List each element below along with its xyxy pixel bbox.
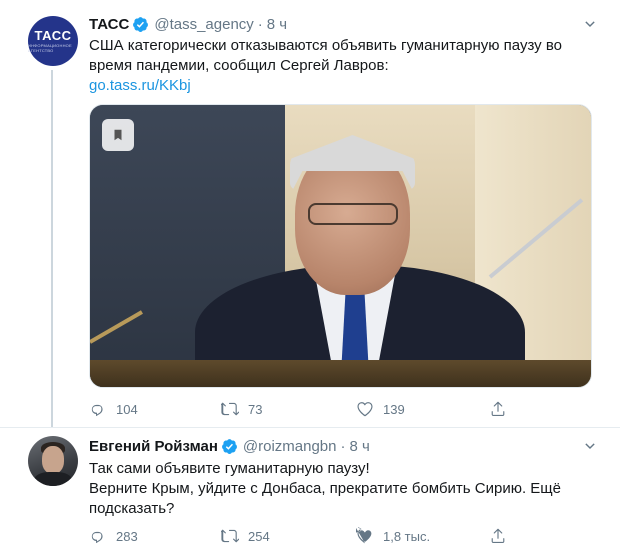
photo-table	[90, 360, 591, 387]
avatar[interactable]: ТАСС ИНФОРМАЦИОННОЕ АГЕНТСТВО	[28, 16, 78, 66]
reply-icon	[91, 404, 103, 417]
timestamp[interactable]: 8 ч	[267, 16, 287, 33]
separator-dot: ·	[340, 437, 346, 455]
tweet-text: Так сами объявите гуманитарную паузу! Ве…	[89, 459, 569, 519]
share-icon	[491, 401, 505, 417]
like-icon	[357, 402, 373, 417]
like-icon	[356, 527, 372, 544]
retweet-button[interactable]: 73	[221, 399, 262, 419]
tweet-header: ТАСС @tass_agency · 8 ч	[89, 14, 287, 34]
thread-line	[51, 70, 53, 427]
author-name[interactable]: ТАСС	[89, 16, 129, 33]
tweet-actions: 283 254 1,8 тыс.	[89, 526, 589, 546]
author-name[interactable]: Евгений Ройзман	[89, 438, 218, 455]
reply-icon	[91, 531, 103, 544]
reply-button[interactable]: 283	[89, 526, 138, 546]
tweet-photo[interactable]	[89, 104, 592, 388]
like-button[interactable]: 139	[356, 399, 405, 419]
person-glasses	[308, 203, 398, 225]
like-count: 139	[383, 401, 405, 417]
retweet-count: 73	[248, 401, 263, 417]
tweet-text-line: подсказать?	[89, 500, 175, 517]
reply-count: 104	[116, 401, 138, 417]
avatar-logo-subtext: ИНФОРМАЦИОННОЕ АГЕНТСТВО	[28, 43, 72, 53]
verified-badge-icon	[132, 16, 149, 33]
retweet-button[interactable]: 254	[221, 526, 270, 546]
reply-count: 283	[116, 528, 138, 544]
avatar-logo-text: ТАСС	[34, 28, 72, 43]
tweet-text-line: США категорически отказываются объявить …	[89, 37, 562, 54]
tweet-actions: 104 73 139	[89, 399, 589, 419]
caret-down-icon[interactable]	[582, 438, 598, 454]
tweet-link[interactable]: go.tass.ru/KKbj	[89, 76, 569, 96]
retweet-count: 254	[248, 528, 270, 544]
reply-button[interactable]: 104	[89, 399, 138, 419]
avatar-face	[42, 446, 64, 474]
share-icon	[491, 528, 505, 544]
bookmark-icon[interactable]	[102, 119, 134, 151]
author-handle[interactable]: @roizmangbn	[243, 438, 337, 455]
verified-badge-icon	[221, 438, 238, 455]
caret-down-icon[interactable]	[582, 16, 598, 32]
retweet-icon	[221, 529, 239, 543]
tweet-reply[interactable]: Евгений Ройзман @roizmangbn · 8 ч Так са…	[0, 427, 620, 559]
share-button[interactable]	[489, 526, 507, 546]
share-button[interactable]	[489, 399, 507, 419]
separator-dot: ·	[257, 15, 263, 33]
retweet-icon	[221, 402, 239, 416]
like-button[interactable]: 1,8 тыс.	[356, 526, 430, 546]
tweet-tass[interactable]: ТАСС ИНФОРМАЦИОННОЕ АГЕНТСТВО ТАСС @tass…	[0, 0, 620, 427]
avatar[interactable]	[28, 436, 78, 486]
tweet-text-line: Верните Крым, уйдите с Донбаса, прекрати…	[89, 480, 561, 497]
tweet-text: США категорически отказываются объявить …	[89, 36, 569, 96]
tweet-text-line: время пандемии, сообщил Сергей Лавров:	[89, 57, 389, 74]
tweet-header: Евгений Ройзман @roizmangbn · 8 ч	[89, 436, 370, 456]
timestamp[interactable]: 8 ч	[350, 438, 370, 455]
tweet-text-line: Так сами объявите гуманитарную паузу!	[89, 460, 370, 477]
avatar-body	[34, 472, 72, 486]
like-count: 1,8 тыс.	[383, 528, 431, 544]
author-handle[interactable]: @tass_agency	[154, 16, 253, 33]
